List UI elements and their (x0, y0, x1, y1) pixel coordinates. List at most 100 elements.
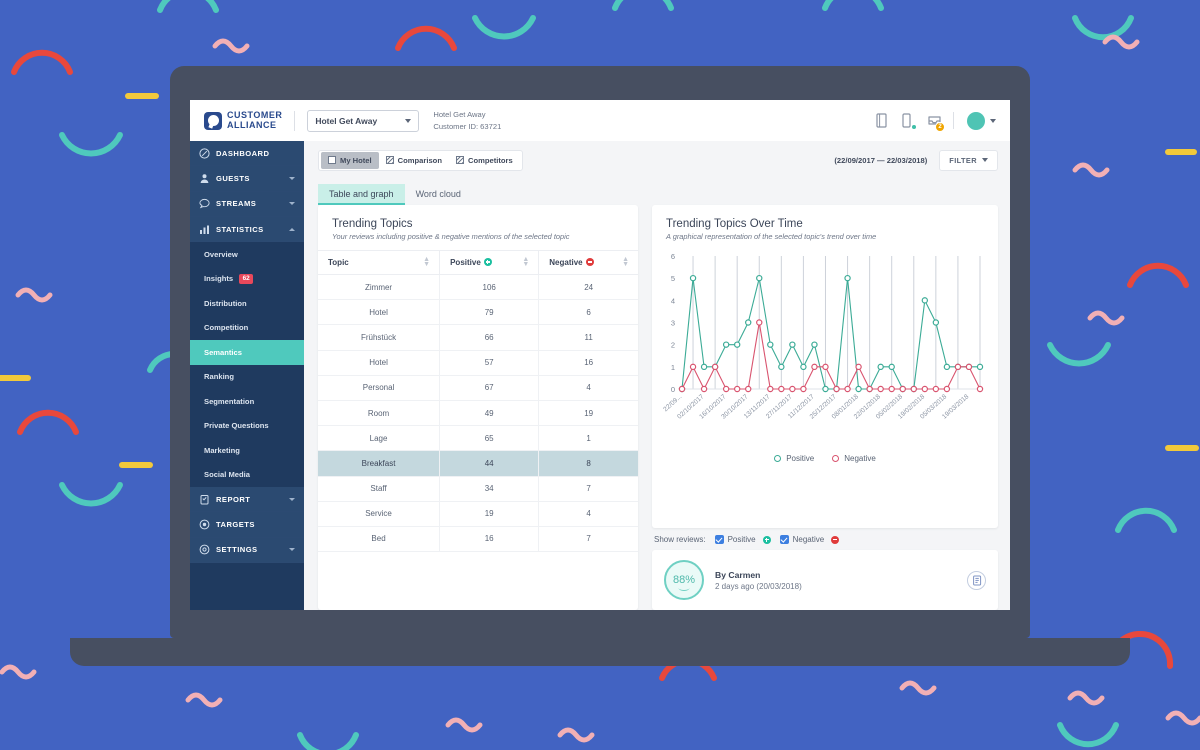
sidebar-subitem-social-media[interactable]: Social Media (190, 462, 304, 488)
table-row[interactable]: Bed 16 7 (318, 526, 638, 553)
sort-icon[interactable]: ▲ ▼ (522, 256, 529, 269)
data-point-negative[interactable] (811, 363, 818, 371)
data-point-negative[interactable] (700, 385, 708, 393)
avatar-chevron-down-icon[interactable] (990, 118, 996, 123)
table-row[interactable]: Zimmer 106 24 (318, 274, 638, 301)
sidebar-item-statistics[interactable]: STATISTICS (190, 216, 304, 243)
data-point-positive[interactable] (888, 363, 895, 371)
data-point-negative[interactable] (756, 319, 763, 326)
column-header-positive[interactable]: Positive ▲ ▼ (439, 250, 540, 275)
hotel-select-dropdown[interactable]: Hotel Get Away (307, 109, 420, 132)
filter-button[interactable]: FILTER (939, 149, 998, 171)
segment-competitors[interactable]: Competitors (449, 152, 520, 169)
sidebar-subitem-segmentation[interactable]: Segmentation (190, 389, 304, 414)
data-point-positive[interactable] (778, 363, 785, 371)
table-row[interactable]: Frühstück 66 11 (318, 324, 638, 351)
data-point-negative[interactable] (866, 385, 873, 393)
sidebar-subitem-insights[interactable]: Insights 62 (190, 266, 304, 292)
data-point-negative[interactable] (678, 385, 686, 393)
data-point-positive[interactable] (756, 274, 763, 282)
table-row[interactable]: Hotel 57 16 (318, 350, 638, 376)
data-point-positive[interactable] (700, 363, 708, 371)
segment-my-hotel[interactable]: My Hotel (321, 151, 379, 169)
data-point-negative[interactable] (943, 385, 951, 393)
data-point-negative[interactable] (800, 385, 807, 393)
data-point-negative[interactable] (689, 363, 697, 371)
sort-icon[interactable]: ▲ ▼ (622, 256, 629, 269)
data-point-positive[interactable] (733, 341, 741, 348)
sidebar-item-targets[interactable]: TARGETS (190, 512, 304, 538)
table-row[interactable]: Lage 65 1 (318, 425, 638, 452)
data-point-negative[interactable] (910, 385, 917, 393)
data-point-positive[interactable] (921, 297, 929, 304)
data-point-positive[interactable] (855, 385, 862, 393)
data-point-positive[interactable] (767, 341, 774, 348)
sidebar-item-guests[interactable]: GUESTS (190, 166, 304, 192)
tab-table-and-graph[interactable]: Table and graph (318, 184, 405, 205)
data-point-positive[interactable] (811, 341, 818, 348)
data-point-positive[interactable] (976, 363, 984, 371)
data-point-negative[interactable] (733, 385, 741, 393)
table-row[interactable]: Hotel 79 6 (318, 299, 638, 326)
data-point-negative[interactable] (722, 385, 730, 393)
sidebar-item-streams[interactable]: STREAMS (190, 191, 304, 217)
data-point-positive[interactable] (722, 341, 730, 348)
table-row[interactable]: Room 49 19 (318, 400, 638, 427)
sidebar-item-dashboard[interactable]: DASHBOARD (190, 141, 304, 167)
data-point-negative[interactable] (965, 363, 973, 371)
sidebar-subitem-ranking[interactable]: Ranking (190, 364, 304, 390)
checkbox-positive[interactable] (714, 535, 724, 544)
sidebar-subitem-private-questions[interactable]: Private Questions (190, 413, 304, 439)
data-point-negative[interactable] (778, 385, 785, 393)
data-point-negative[interactable] (921, 385, 929, 393)
review-document-icon[interactable] (967, 570, 986, 590)
data-point-positive[interactable] (844, 274, 851, 282)
table-row[interactable]: Breakfast 44 8 (318, 450, 638, 477)
data-point-positive[interactable] (822, 385, 829, 393)
brand-logo[interactable]: CUSTOMER ALLIANCE (204, 111, 282, 130)
data-point-negative[interactable] (855, 363, 862, 371)
data-point-negative[interactable] (822, 363, 829, 371)
review-card[interactable]: 88% By Carmen 2 days ago (20/03/2018) (652, 550, 998, 610)
data-point-negative[interactable] (976, 385, 984, 393)
data-point-negative[interactable] (767, 385, 774, 393)
sort-icon[interactable]: ▲ ▼ (423, 256, 430, 269)
data-point-negative[interactable] (844, 385, 851, 393)
data-point-positive[interactable] (932, 319, 940, 326)
segment-comparison[interactable]: Comparison (379, 152, 449, 169)
table-row[interactable]: Personal 67 4 (318, 375, 638, 401)
sidebar-subitem-competition[interactable]: Competition (190, 315, 304, 341)
column-header-topic[interactable]: Topic ▲ ▼ (318, 250, 441, 275)
data-point-negative[interactable] (711, 363, 719, 371)
data-point-positive[interactable] (789, 341, 796, 348)
data-point-positive[interactable] (877, 363, 884, 371)
data-point-positive[interactable] (745, 319, 752, 326)
table-row[interactable]: Service 19 4 (318, 501, 638, 527)
avatar[interactable] (967, 111, 985, 130)
data-point-negative[interactable] (888, 385, 895, 393)
data-point-negative[interactable] (954, 363, 962, 371)
column-header-negative[interactable]: Negative ▲ ▼ (538, 250, 638, 275)
inbox-icon[interactable]: 2 (927, 113, 945, 132)
data-point-negative[interactable] (833, 385, 840, 393)
sidebar-subitem-semantics[interactable]: Semantics (190, 340, 304, 365)
sidebar-subitem-overview[interactable]: Overview (190, 242, 304, 267)
data-point-positive[interactable] (689, 274, 697, 282)
data-point-positive[interactable] (943, 363, 951, 371)
data-point-negative[interactable] (877, 385, 884, 393)
data-point-negative[interactable] (789, 385, 796, 393)
sidebar-subitem-distribution[interactable]: Distribution (190, 291, 304, 316)
data-point-negative[interactable] (899, 385, 906, 393)
table-row[interactable]: Staff 34 7 (318, 476, 638, 502)
tab-word-cloud[interactable]: Word cloud (405, 184, 472, 205)
data-point-negative[interactable] (932, 385, 940, 393)
mobile-icon[interactable] (901, 113, 916, 129)
sidebar-subitem-marketing[interactable]: Marketing (190, 438, 304, 463)
filter-bar: My Hotel Comparison Competitors (22/09/2… (304, 141, 1010, 179)
data-point-positive[interactable] (800, 363, 807, 371)
data-point-negative[interactable] (745, 385, 752, 393)
sidebar-item-settings[interactable]: SETTINGS (190, 537, 304, 564)
document-icon[interactable] (875, 113, 888, 128)
checkbox-negative[interactable] (779, 535, 789, 544)
sidebar-item-report[interactable]: REPORT (190, 487, 304, 513)
